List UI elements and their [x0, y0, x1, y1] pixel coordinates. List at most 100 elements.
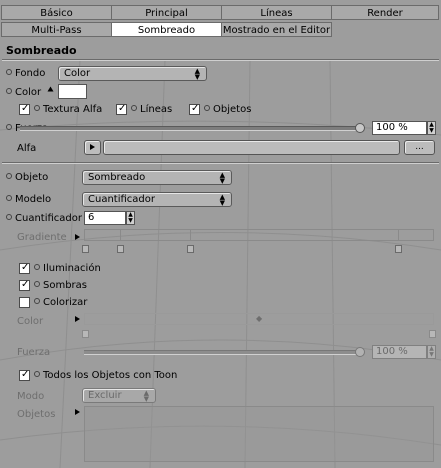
color-label: Color [6, 86, 41, 99]
gradient-divider [398, 229, 399, 241]
alfa-texture-bar[interactable] [103, 140, 400, 155]
modo-dropdown[interactable]: Excluir ▲ ▼ [82, 388, 156, 403]
objeto-dropdown[interactable]: Sombreado ▲ ▼ [82, 170, 232, 185]
objetos-checkbox[interactable]: ✓ [189, 103, 200, 115]
modo-label: Modo [17, 391, 45, 402]
checkmark-icon: ✓ [21, 279, 30, 290]
tab-label: Render [367, 8, 403, 19]
animation-dot-icon[interactable] [34, 298, 40, 304]
todos-objetos-checkbox[interactable]: ✓ [19, 369, 30, 381]
fuerza2-label: Fuerza [17, 347, 51, 358]
gradient-knot[interactable] [187, 245, 194, 253]
animation-dot-icon[interactable] [34, 105, 40, 111]
gradient-midpoint-icon[interactable]: ◆ [256, 312, 262, 325]
animation-dot-icon[interactable] [6, 88, 12, 94]
animation-dot-icon[interactable] [6, 173, 12, 179]
animation-dot-icon[interactable] [34, 371, 40, 377]
animation-dot-icon[interactable] [6, 124, 12, 130]
fuerza2-slider-track[interactable] [84, 350, 362, 355]
fuerza2-spinner[interactable]: ▲ ▼ [427, 345, 436, 359]
animation-dot-icon[interactable] [34, 264, 40, 270]
lineas-label: Líneas [131, 103, 172, 116]
sombras-label: Sombras [34, 279, 87, 292]
expand-arrow-icon[interactable] [75, 234, 80, 240]
tab-render[interactable]: Render [331, 5, 439, 20]
fondo-dropdown[interactable]: Color ▲ ▼ [58, 66, 207, 81]
modelo-value: Cuantificador [88, 194, 155, 205]
tab-sombreado[interactable]: Sombreado [111, 22, 222, 37]
gradient-knot[interactable] [429, 330, 436, 338]
checkmark-icon: ✓ [21, 262, 30, 273]
fondo-value: Color [64, 68, 91, 79]
expand-arrow-icon[interactable] [75, 316, 80, 322]
animation-dot-icon[interactable] [204, 105, 210, 111]
section-title: Sombreado [6, 44, 77, 57]
iluminacion-label: Iluminación [34, 262, 101, 275]
expand-arrow-icon[interactable] [47, 86, 54, 92]
checkmark-icon: ✓ [21, 369, 30, 380]
play-arrow-icon [90, 144, 95, 150]
alfa-browse-button[interactable]: ... [404, 140, 435, 155]
tab-label: Mostrado en el Editor [222, 25, 331, 36]
iluminacion-checkbox[interactable]: ✓ [19, 262, 30, 274]
colorizar-checkbox[interactable] [19, 297, 30, 308]
divider [2, 162, 439, 164]
tab-multipass[interactable]: Multi-Pass [1, 22, 112, 37]
animation-dot-icon[interactable] [34, 281, 40, 287]
fuerza-input[interactable]: 100 % [372, 121, 427, 135]
gradient-knot[interactable] [82, 245, 89, 253]
checkmark-icon: ✓ [21, 103, 30, 114]
cuantificador-spinner[interactable]: ▲ ▼ [126, 211, 135, 225]
gradient-divider [190, 229, 191, 241]
updown-arrows-icon: ▲ ▼ [143, 389, 149, 403]
tab-lineas[interactable]: Líneas [221, 5, 332, 20]
checkmark-icon: ✓ [191, 103, 200, 114]
cuantificador-label: Cuantificador [6, 212, 82, 225]
modelo-dropdown[interactable]: Cuantificador ▲ ▼ [82, 192, 232, 207]
lineas-checkbox[interactable]: ✓ [116, 103, 127, 115]
updown-arrows-icon: ▲ ▼ [194, 67, 200, 81]
tab-label: Principal [145, 8, 188, 19]
gradient-divider [120, 229, 121, 241]
tab-basico[interactable]: Básico [1, 5, 112, 20]
fuerza-slider-track[interactable] [20, 126, 362, 131]
sombras-checkbox[interactable]: ✓ [19, 279, 30, 291]
checkmark-icon: ✓ [118, 103, 127, 114]
tab-principal[interactable]: Principal [111, 5, 222, 20]
objetos-list-label: Objetos [17, 409, 56, 420]
tab-mostrado-editor[interactable]: Mostrado en el Editor [221, 22, 332, 37]
fuerza2-input[interactable]: 100 % [372, 345, 427, 359]
fondo-label: Fondo [6, 67, 45, 80]
colorizar-label: Colorizar [34, 296, 87, 309]
tab-label: Multi-Pass [31, 25, 82, 36]
animation-dot-icon[interactable] [6, 214, 12, 220]
animation-dot-icon[interactable] [6, 195, 12, 201]
gradient-knot[interactable] [82, 330, 89, 338]
modo-value: Excluir [88, 390, 122, 401]
textura-alfa-label: Textura Alfa [34, 103, 102, 116]
modelo-label: Modelo [6, 193, 51, 206]
fuerza-slider-knob[interactable] [355, 123, 365, 133]
color2-label: Color [17, 316, 44, 327]
cuantificador-input[interactable]: 6 [84, 211, 126, 225]
gradient-knot[interactable] [395, 245, 402, 253]
animation-dot-icon[interactable] [6, 69, 12, 75]
gradient-bar[interactable] [84, 229, 434, 241]
textura-alfa-checkbox[interactable]: ✓ [19, 103, 30, 115]
gradiente-label: Gradiente [17, 232, 67, 243]
objeto-value: Sombreado [88, 172, 146, 183]
fuerza-spinner[interactable]: ▲ ▼ [427, 121, 436, 135]
section-divider [2, 59, 439, 61]
alfa-play-button[interactable] [84, 140, 101, 155]
updown-arrows-icon: ▲ ▼ [219, 171, 225, 185]
animation-dot-icon[interactable] [131, 105, 137, 111]
tab-label: Líneas [260, 8, 293, 19]
expand-arrow-icon[interactable] [75, 409, 80, 415]
tab-label: Básico [40, 8, 73, 19]
objetos-listbox[interactable] [84, 406, 434, 462]
objetos-label: Objetos [204, 103, 251, 116]
todos-objetos-label: Todos los Objetos con Toon [34, 369, 177, 382]
gradient-knot[interactable] [117, 245, 124, 253]
color-swatch[interactable] [58, 84, 87, 99]
fuerza2-slider-knob[interactable] [355, 347, 365, 357]
